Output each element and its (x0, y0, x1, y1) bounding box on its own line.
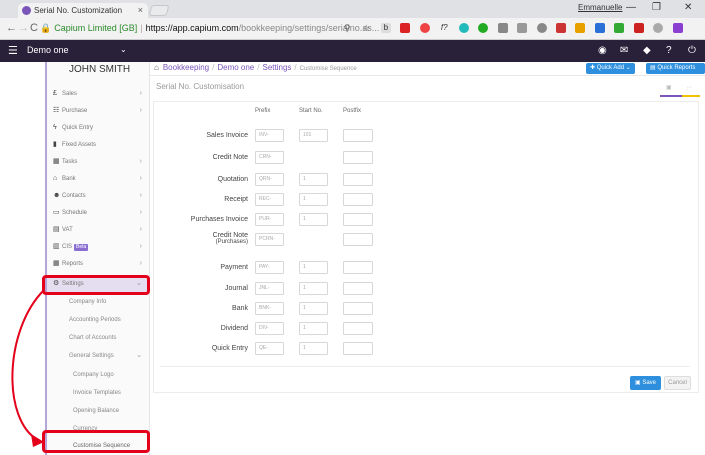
annotation-arrow (11, 289, 45, 447)
